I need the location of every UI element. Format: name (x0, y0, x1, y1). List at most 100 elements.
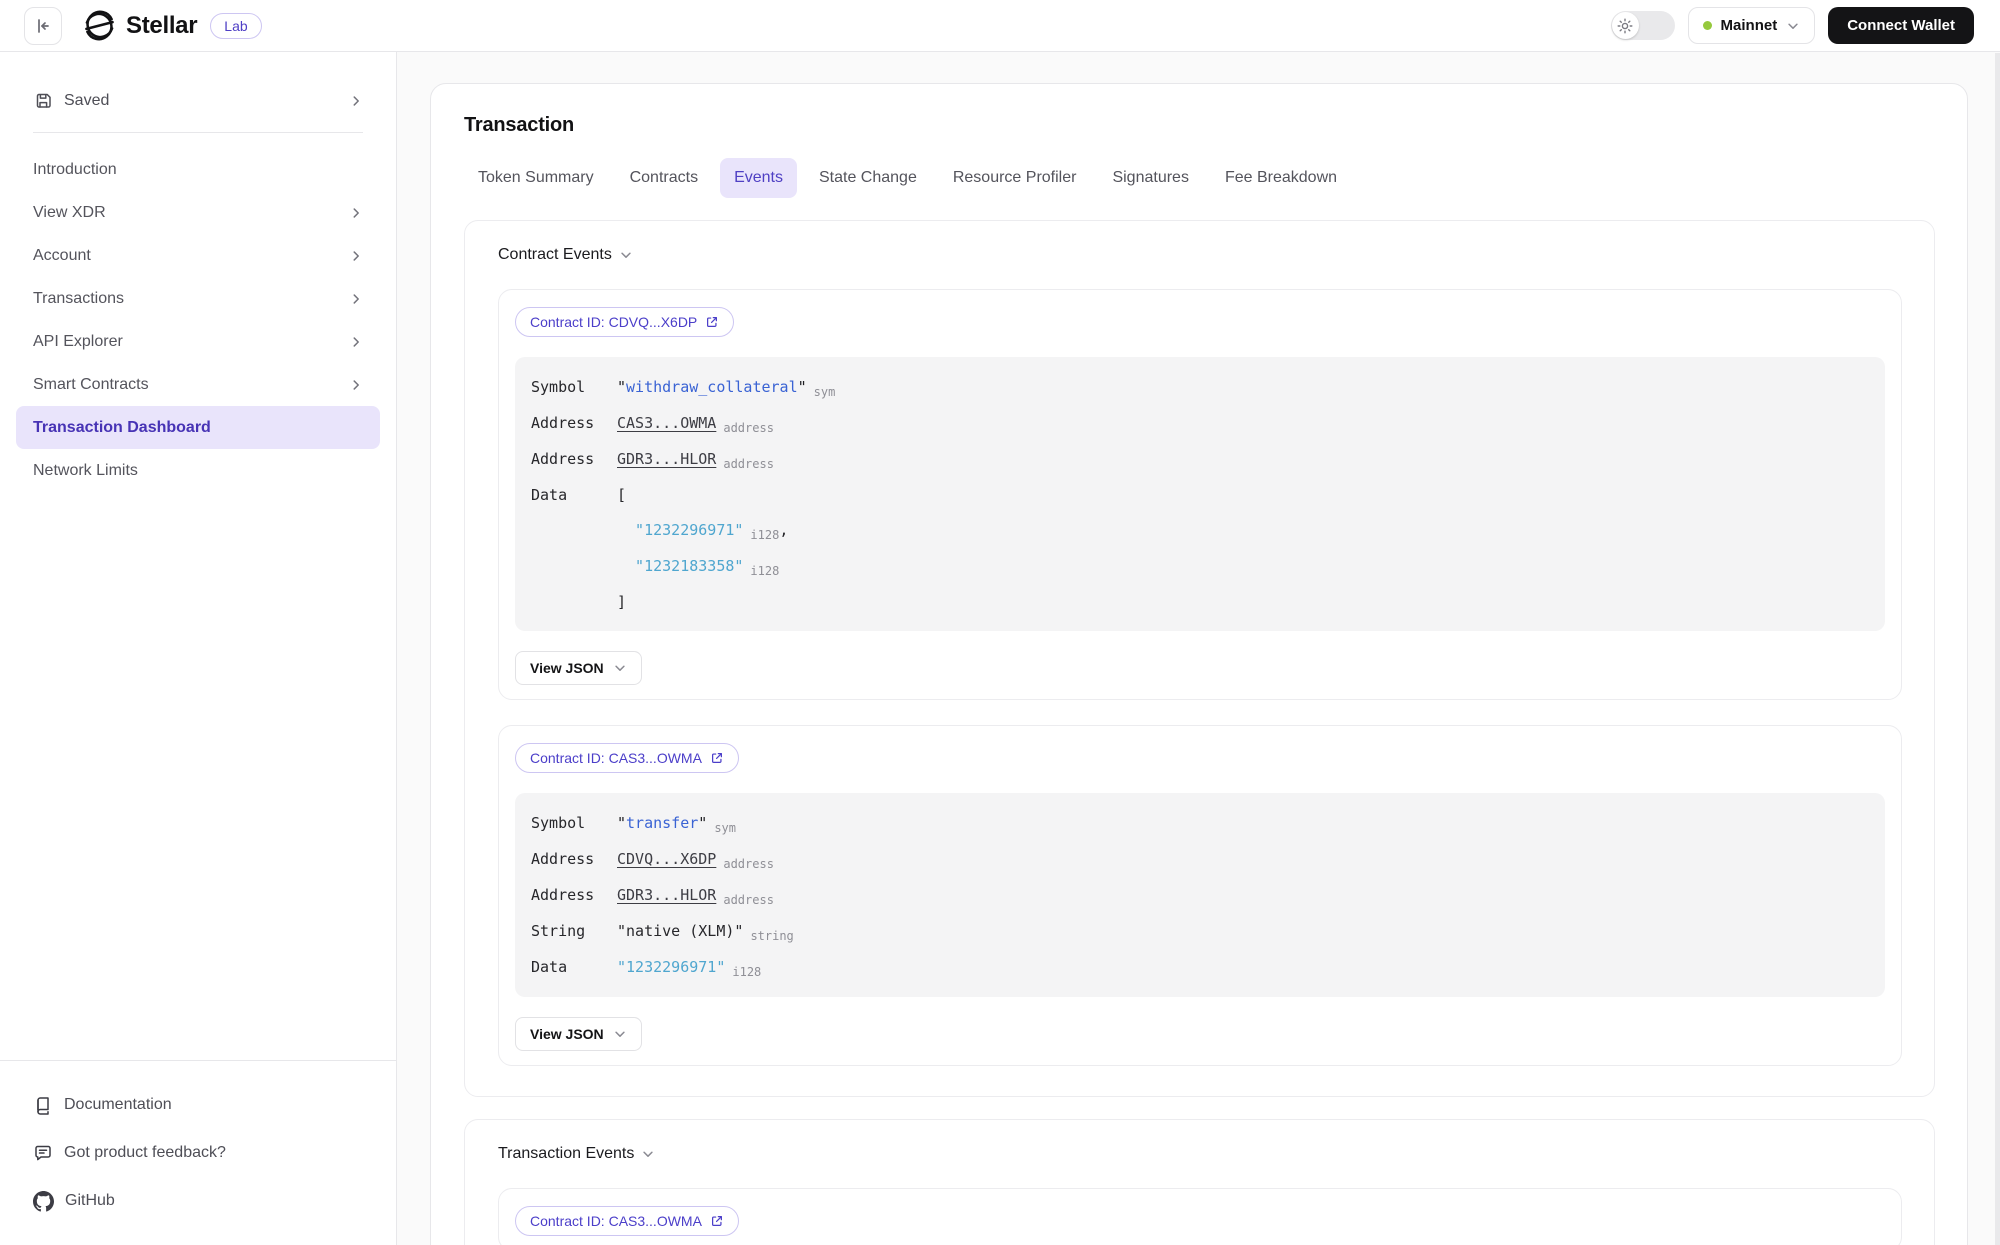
address-link[interactable]: CDVQ...X6DP (617, 850, 716, 868)
type-label: i128 (750, 564, 779, 578)
tab-token-summary[interactable]: Token Summary (464, 158, 608, 198)
sidebar-item-account[interactable]: Account (16, 234, 380, 277)
contract-id-label: Contract ID: CDVQ...X6DP (530, 314, 697, 330)
tab-state-change[interactable]: State Change (805, 158, 931, 198)
brand[interactable]: Stellar Lab (84, 10, 262, 41)
event-key: String (531, 914, 617, 949)
event-value: "transfer" sym (617, 806, 1869, 842)
header-actions: Mainnet Connect Wallet (1611, 7, 1974, 44)
transaction-panel: Transaction Token SummaryContractsEvents… (430, 83, 1968, 1245)
event-row: Data"1232296971" i128 (531, 950, 1869, 986)
event-card: Contract ID: CDVQ...X6DPSymbol"withdraw_… (498, 289, 1902, 700)
footer-link-documentation[interactable]: Documentation (33, 1081, 363, 1129)
sidebar-item-label: View XDR (33, 204, 106, 222)
event-row: Symbol"withdraw_collateral"sym (531, 370, 1869, 406)
chevron-down-icon (613, 661, 627, 675)
event-card: Contract ID: CAS3...OWMASymbol"transfer"… (498, 725, 1902, 1066)
saved-icon (33, 91, 53, 111)
address-link[interactable]: CAS3...OWMA (617, 414, 716, 432)
type-label: address (723, 457, 774, 471)
number-value: "1232296971" (617, 958, 725, 976)
event-key: Data (531, 950, 617, 985)
type-label: sym (714, 821, 736, 835)
book-icon (33, 1095, 53, 1115)
type-label: i128 (732, 965, 761, 979)
type-label: sym (814, 385, 836, 399)
quote: " (698, 814, 707, 832)
sidebar-item-label: Smart Contracts (33, 376, 149, 394)
event-key: Address (531, 406, 617, 441)
network-selector[interactable]: Mainnet (1688, 7, 1816, 44)
footer-link-got-product-feedback[interactable]: Got product feedback? (33, 1129, 363, 1177)
tab-contracts[interactable]: Contracts (616, 158, 712, 198)
type-label: i128 (750, 528, 779, 542)
sidebar-item-label: Account (33, 247, 91, 265)
event-value: GDR3...HLOR address (617, 442, 1869, 478)
sidebar-item-label: Network Limits (33, 462, 138, 480)
event-sections: Contract Events Contract ID: CDVQ...X6DP S… (464, 220, 1935, 1245)
event-row: AddressCDVQ...X6DPaddress (531, 842, 1869, 878)
number-value: "1232183358" (635, 557, 743, 575)
chevron-right-icon (349, 378, 363, 392)
event-row: Data["1232296971"i128,"1232183358"i128] (531, 478, 1869, 620)
section-transaction-events: Transaction Events Contract ID: CAS3...OW… (464, 1119, 1935, 1245)
footer-link-label: Documentation (64, 1096, 172, 1114)
section-title: Transaction Events (498, 1145, 634, 1163)
lab-badge: Lab (210, 13, 261, 39)
tab-events[interactable]: Events (720, 158, 797, 198)
tab-fee-breakdown[interactable]: Fee Breakdown (1211, 158, 1351, 198)
view-json-button[interactable]: View JSON (515, 1017, 642, 1051)
sidebar-item-introduction[interactable]: Introduction (16, 148, 380, 191)
event-row: String"native (XLM)"string (531, 914, 1869, 950)
quote: " (617, 378, 626, 396)
event-data-panel: Symbol"withdraw_collateral"symAddressCAS… (515, 357, 1885, 631)
chevron-right-icon (349, 249, 363, 263)
github-icon (33, 1191, 54, 1212)
event-row: AddressCAS3...OWMAaddress (531, 406, 1869, 442)
sidebar-item-saved[interactable]: Saved (16, 80, 380, 122)
footer-link-label: Got product feedback? (64, 1144, 226, 1162)
sidebar-item-view-xdr[interactable]: View XDR (16, 191, 380, 234)
event-card: Contract ID: CAS3...OWMA (498, 1188, 1902, 1245)
sidebar-item-transaction-dashboard[interactable]: Transaction Dashboard (16, 406, 380, 449)
event-row: AddressGDR3...HLORaddress (531, 878, 1869, 914)
comma: , (779, 521, 788, 539)
section-heading-toggle[interactable]: Contract Events (498, 246, 633, 264)
chevron-right-icon (349, 335, 363, 349)
symbol-value: transfer (626, 814, 698, 832)
view-json-button[interactable]: View JSON (515, 651, 642, 685)
tab-resource-profiler[interactable]: Resource Profiler (939, 158, 1091, 198)
collapse-sidebar-button[interactable] (24, 7, 62, 45)
sidebar-divider (33, 132, 363, 133)
event-key: Symbol (531, 370, 617, 405)
address-link[interactable]: GDR3...HLOR (617, 450, 716, 468)
contract-id-link[interactable]: Contract ID: CAS3...OWMA (515, 743, 739, 773)
quote: " (617, 814, 626, 832)
event-key: Symbol (531, 806, 617, 841)
view-json-label: View JSON (530, 1026, 604, 1042)
sidebar-item-transactions[interactable]: Transactions (16, 277, 380, 320)
event-row: Symbol"transfer"sym (531, 806, 1869, 842)
sidebar: Saved Introduction View XDR Account Transac… (0, 52, 397, 1245)
contract-id-link[interactable]: Contract ID: CDVQ...X6DP (515, 307, 734, 337)
section-contract-events: Contract Events Contract ID: CDVQ...X6DP S… (464, 220, 1935, 1097)
sidebar-item-api-explorer[interactable]: API Explorer (16, 320, 380, 363)
connect-wallet-button[interactable]: Connect Wallet (1828, 7, 1974, 44)
event-key: Address (531, 842, 617, 877)
network-label: Mainnet (1721, 17, 1778, 34)
chevron-down-icon (641, 1147, 655, 1161)
event-row: AddressGDR3...HLORaddress (531, 442, 1869, 478)
section-heading-toggle[interactable]: Transaction Events (498, 1145, 655, 1163)
scrollbar[interactable] (1995, 53, 2000, 1245)
contract-id-link[interactable]: Contract ID: CAS3...OWMA (515, 1206, 739, 1236)
sidebar-item-network-limits[interactable]: Network Limits (16, 449, 380, 492)
address-link[interactable]: GDR3...HLOR (617, 886, 716, 904)
footer-link-github[interactable]: GitHub (33, 1177, 363, 1225)
contract-id-label: Contract ID: CAS3...OWMA (530, 1213, 702, 1229)
sidebar-item-smart-contracts[interactable]: Smart Contracts (16, 363, 380, 406)
tab-signatures[interactable]: Signatures (1098, 158, 1203, 198)
event-key: Data (531, 478, 617, 513)
array-close-bracket: ] (617, 585, 1869, 620)
theme-toggle[interactable] (1611, 11, 1675, 40)
transaction-tabs: Token SummaryContractsEventsState Change… (464, 158, 1935, 198)
